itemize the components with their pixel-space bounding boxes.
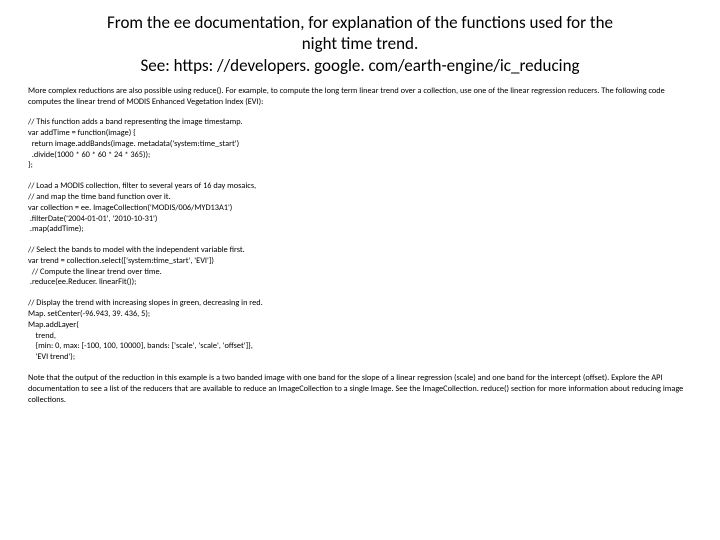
title-line-1: From the ee documentation, for explanati…: [107, 12, 613, 33]
slide-content: From the ee documentation, for explanati…: [0, 0, 720, 415]
code-block-collection: // Load a MODIS collection, filter to se…: [28, 181, 692, 235]
intro-paragraph: More complex reductions are also possibl…: [28, 86, 692, 108]
code-block-display: // Display the trend with increasing slo…: [28, 298, 692, 363]
title-line-2: night time trend.: [302, 33, 419, 54]
title-line-3: See: https: //developers. google. com/ea…: [140, 55, 579, 76]
note-paragraph: Note that the output of the reduction in…: [28, 373, 692, 405]
code-block-trend: // Select the bands to model with the in…: [28, 245, 692, 288]
code-block-addtime: // This function adds a band representin…: [28, 117, 692, 171]
page-title: From the ee documentation, for explanati…: [40, 12, 680, 76]
